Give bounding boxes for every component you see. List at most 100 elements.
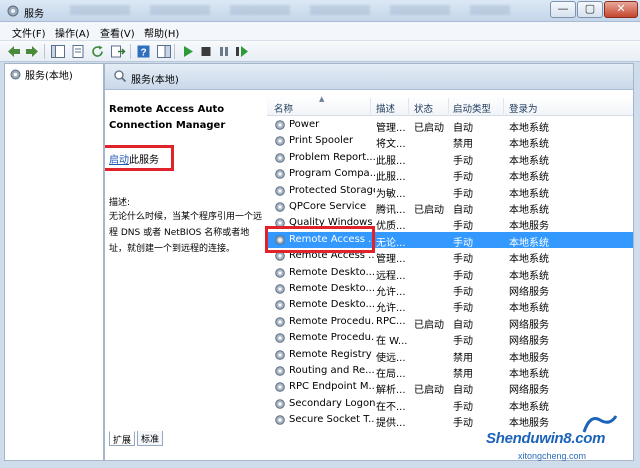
- cell-service-name: RPC Endpoint M...: [289, 381, 375, 393]
- menu-bar: 文件(F) 操作(A) 查看(V) 帮助(H): [0, 22, 640, 41]
- column-divider: [408, 98, 409, 114]
- stop-service-icon[interactable]: [198, 44, 214, 59]
- cell-logon-as: 本地系统: [509, 139, 549, 151]
- service-row[interactable]: RPC Endpoint M... 解析... 已启动 自动 网络服务: [267, 379, 633, 397]
- watermark-subtext: xitongcheng.com: [518, 451, 587, 461]
- column-header-status[interactable]: 状态: [414, 101, 433, 115]
- cell-description: 为敏...: [376, 188, 406, 200]
- column-header-startup-type[interactable]: 启动类型: [453, 101, 491, 115]
- service-row[interactable]: Remote Registry 使远... 禁用 本地服务: [267, 347, 633, 364]
- gear-icon: [275, 136, 285, 147]
- description-label: 描述:: [109, 198, 131, 208]
- tree-node-services-local[interactable]: 服务(本地): [9, 67, 73, 82]
- console-tree: 服务(本地): [4, 63, 104, 461]
- services-list: ▲ 名称 描述 状态 启动类型 登录为 Power 管理... 已启动 自动 本地系统 P…: [267, 95, 633, 460]
- cell-logon-as: 本地系统: [509, 172, 549, 184]
- service-row[interactable]: QPCore Service 腾讯... 已启动 自动 本地系统: [267, 199, 633, 216]
- gear-icon: [275, 349, 285, 360]
- help-icon[interactable]: ?: [136, 44, 152, 59]
- menu-file[interactable]: 文件(F): [12, 25, 46, 40]
- cell-service-name: Program Compa...: [289, 168, 375, 180]
- column-header-logon-as[interactable]: 登录为: [509, 101, 538, 115]
- service-row[interactable]: Print Spooler 将文... 禁用 本地系统: [267, 133, 633, 151]
- cell-startup-type: 自动: [453, 385, 473, 397]
- services-app-icon: [7, 5, 19, 17]
- cell-status: 已启动: [414, 123, 444, 134]
- cell-description: 在不...: [376, 401, 406, 413]
- gear-icon: [10, 69, 21, 80]
- menu-help[interactable]: 帮助(H): [144, 25, 179, 40]
- description-text: 无论什么时候，当某个程序引用一个远程 DNS 或者 NetBIOS 名称或者地址…: [109, 212, 263, 254]
- service-row[interactable]: Remote Procedu... 在 W... 手动 网络服务: [267, 330, 633, 347]
- cell-startup-type: 手动: [453, 155, 473, 167]
- site-watermark: Shenduwin8.com xitongcheng.com: [484, 412, 634, 464]
- console-tree-icon[interactable]: [50, 44, 66, 59]
- cell-logon-as: 本地系统: [509, 369, 549, 380]
- gear-icon: [275, 251, 285, 261]
- service-row[interactable]: Secondary Logon 在不... 手动 本地系统: [267, 396, 633, 413]
- minimize-button[interactable]: —: [550, 1, 576, 18]
- column-header-name[interactable]: 名称: [274, 101, 293, 115]
- cell-description: 优质...: [376, 221, 406, 233]
- show-hide-pane-icon[interactable]: [156, 44, 172, 59]
- service-row[interactable]: Quality Windows ...优质... 手动 本地服务: [267, 215, 633, 233]
- service-row[interactable]: Remote Deskto... 允许... 手动 网络服务: [267, 281, 633, 298]
- pause-service-icon[interactable]: [216, 44, 232, 59]
- tab-extended[interactable]: 扩展: [109, 431, 136, 446]
- gear-icon: [275, 316, 285, 327]
- cell-startup-type: 手动: [453, 172, 473, 184]
- column-header-description[interactable]: 描述: [376, 101, 395, 115]
- cell-service-name: Protected Storage: [289, 184, 375, 196]
- cell-description: 将文...: [376, 139, 406, 151]
- cell-description: 解析...: [376, 385, 406, 397]
- menu-action[interactable]: 操作(A): [55, 25, 90, 40]
- export-list-icon[interactable]: [110, 44, 126, 59]
- cell-service-name: Remote Deskto...: [289, 283, 375, 294]
- cell-logon-as: 本地系统: [509, 270, 549, 282]
- start-service-link[interactable]: 启动: [109, 155, 129, 166]
- close-button[interactable]: ✕: [604, 1, 638, 18]
- service-row[interactable]: Problem Report... 此服... 手动 本地系统: [267, 150, 633, 167]
- menu-view[interactable]: 查看(V): [100, 25, 135, 40]
- tab-standard[interactable]: 标准: [137, 431, 164, 446]
- cell-status: 已启动: [414, 385, 444, 397]
- cell-service-name: Remote Deskto...: [289, 266, 375, 278]
- cell-logon-as: 本地系统: [509, 401, 549, 413]
- properties-sheet-icon[interactable]: [70, 44, 86, 59]
- cell-description: 远程...: [376, 270, 406, 282]
- start-service-suffix: 此服务: [129, 155, 159, 166]
- cell-status: 已启动: [414, 205, 444, 216]
- gear-icon: [275, 300, 285, 311]
- service-row[interactable]: Remote Procedu... RPC... 已启动 自动 网络服务: [267, 314, 633, 331]
- cell-startup-type: 手动: [453, 188, 473, 200]
- cell-startup-type: 手动: [453, 270, 473, 282]
- cell-description: 无论...: [376, 237, 406, 249]
- cell-service-name: Remote Registry: [289, 348, 372, 360]
- back-arrow-icon[interactable]: [6, 44, 22, 59]
- cell-service-name: Quality Windows ...: [289, 217, 375, 229]
- service-row[interactable]: Protected Storage 为敏... 手动 本地系统: [267, 183, 633, 200]
- forward-arrow-icon[interactable]: [24, 44, 40, 59]
- cell-logon-as: 本地服务: [509, 352, 549, 364]
- start-service-line: 启动此服务: [109, 151, 159, 166]
- refresh-icon[interactable]: [90, 44, 106, 59]
- cell-service-name: Secondary Logon: [289, 397, 375, 409]
- service-row[interactable]: Remote Access ... 管理... 手动 本地系统: [267, 248, 633, 265]
- window-title: 服务: [24, 9, 44, 20]
- gear-icon: [275, 382, 285, 393]
- service-row[interactable]: Remote Access ... 无论... 手动 本地系统: [267, 231, 633, 249]
- start-service-icon[interactable]: [180, 44, 196, 59]
- restart-service-icon[interactable]: [234, 44, 250, 59]
- service-row[interactable]: Remote Deskto... 允许... 手动 本地系统: [267, 297, 633, 314]
- maximize-button[interactable]: ▢: [577, 1, 603, 18]
- service-row[interactable]: Power 管理... 已启动 自动 本地系统: [267, 117, 633, 134]
- cell-description: 在局...: [376, 369, 406, 380]
- service-row[interactable]: Routing and Re... 在局... 禁用 本地系统: [267, 363, 633, 380]
- service-row[interactable]: Remote Deskto... 远程... 手动 本地系统: [267, 265, 633, 282]
- service-row[interactable]: Program Compa... 此服... 手动 本地系统: [267, 166, 633, 184]
- cell-service-name: Remote Procedu...: [289, 315, 375, 327]
- gear-icon: [275, 120, 285, 130]
- cell-service-name: Routing and Re...: [289, 365, 375, 376]
- gear-icon: [275, 185, 285, 196]
- cell-startup-type: 手动: [453, 287, 473, 298]
